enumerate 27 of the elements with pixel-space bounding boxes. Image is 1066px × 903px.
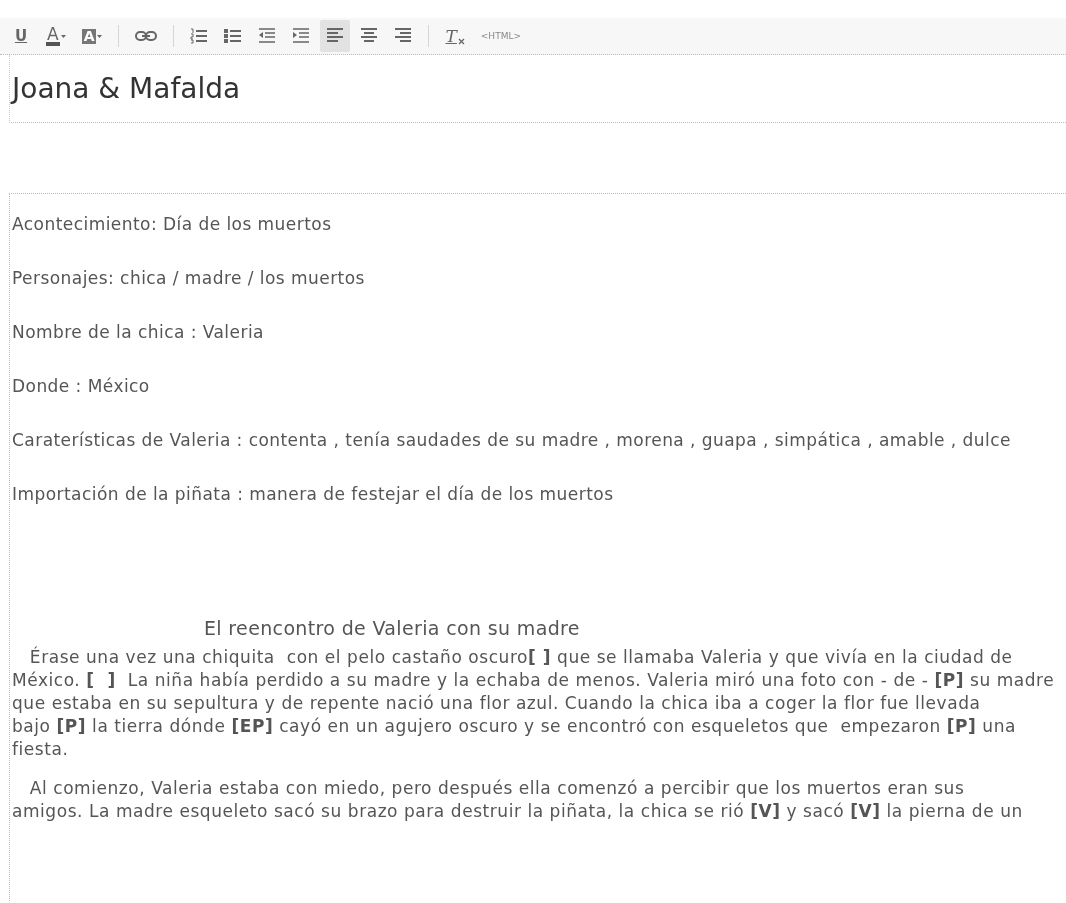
- title-field[interactable]: Joana & Mafalda: [9, 55, 1066, 123]
- text-line: Acontecimiento: Día de los muertos: [12, 214, 332, 234]
- caret-icon: [60, 34, 66, 38]
- story-paragraph: Érase una vez una chiquita con el pelo castaño oscuro[ ] que se llamaba Valeria y que vivía en la ciudad de México. [ ] La niña había perdido a su madre y la echaba de menos. Valeria miró una foto con - de - [P] su madre que estaba en su sepultura y de repente nació una flor azul. Cuando la chica iba a coger la flor fue llevada bajo [P] la tierra dónde [EP] cayó en un agujero oscuro y se encontró con esqueletos que empezaron [P] una fiesta.: [12, 646, 1055, 761]
- underline-button[interactable]: U: [6, 20, 36, 52]
- background-color-button[interactable]: A: [75, 20, 109, 52]
- link-icon: [135, 30, 158, 42]
- bullet-list-icon: [224, 28, 243, 44]
- text-line: Donde : México: [12, 376, 150, 396]
- align-left-button[interactable]: [320, 20, 351, 52]
- clear-formatting-button[interactable]: T: [439, 20, 471, 52]
- text-line: Personajes: chica / madre / los muertos: [12, 268, 365, 288]
- numbered-list-icon: [190, 28, 209, 44]
- text-line: Importación de la piñata : manera de festejar el día de los muertos: [12, 484, 614, 504]
- html-button[interactable]: <HTML>: [474, 20, 527, 52]
- align-right-icon: [394, 28, 413, 44]
- caret-icon: [97, 34, 103, 38]
- outdent-icon: [258, 28, 277, 44]
- story-paragraph: Al comienzo, Valeria estaba con miedo, pero después ella comenzó a percibir que los muertos eran sus amigos. La madre esqueleto sacó su brazo para destruir la piñata, la chica se rió [V] y sacó [V] la pierna de un: [12, 777, 1023, 823]
- font-color-button[interactable]: A: [40, 20, 72, 52]
- text-line: Nombre de la chica : Valeria: [12, 322, 264, 342]
- align-center-icon: [360, 28, 379, 44]
- align-left-icon: [326, 28, 345, 44]
- text-line: Caraterísticas de Valeria : contenta , tenía saudades de su madre , morena , guapa , simpática , amable , dulce: [12, 430, 1011, 450]
- story-heading: El reencontro de Valeria con su madre: [204, 616, 580, 640]
- indent-icon: [292, 28, 311, 44]
- x-icon: [457, 37, 465, 45]
